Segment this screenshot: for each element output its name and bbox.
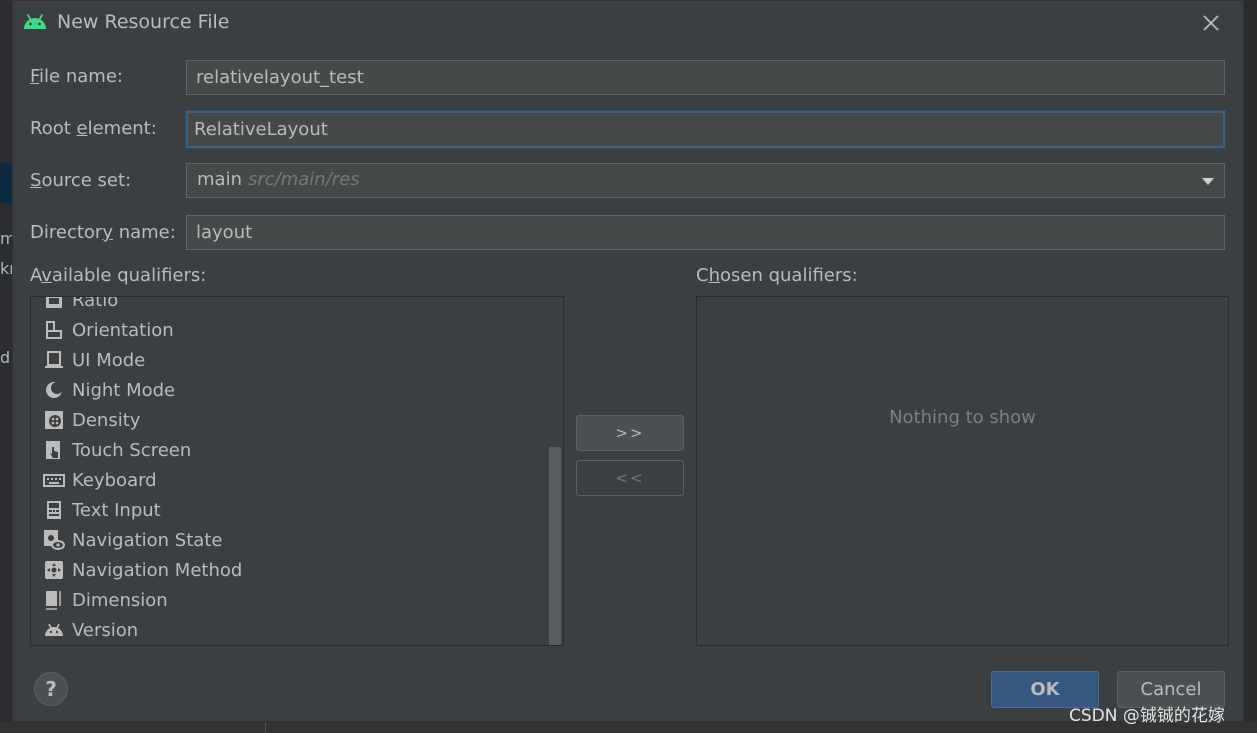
- night-mode-icon: [43, 379, 65, 401]
- list-scrollbar[interactable]: [549, 447, 561, 645]
- source-set-value: main: [197, 169, 242, 190]
- available-qualifiers-list[interactable]: Ratio Orientation UI Mode Night Mode Den…: [30, 296, 564, 646]
- list-item[interactable]: Density: [31, 405, 547, 435]
- chosen-qualifiers-list[interactable]: Nothing to show: [696, 296, 1229, 646]
- file-name-label: File name:: [30, 66, 123, 87]
- orientation-icon: [43, 319, 65, 341]
- list-item[interactable]: Ratio: [31, 297, 547, 315]
- directory-name-input[interactable]: [186, 215, 1225, 250]
- list-item[interactable]: Version: [31, 615, 547, 645]
- root-element-label: Root element:: [30, 118, 157, 139]
- chosen-qualifiers-label: Chosen qualifiers:: [696, 265, 858, 286]
- add-qualifier-button[interactable]: >>: [576, 415, 684, 451]
- help-button[interactable]: ?: [34, 672, 68, 706]
- file-name-input[interactable]: [186, 60, 1225, 95]
- list-item[interactable]: Navigation State: [31, 525, 547, 555]
- dialog-title: New Resource File: [57, 11, 230, 33]
- root-element-input[interactable]: [186, 111, 1225, 148]
- android-version-icon: [43, 619, 65, 641]
- list-item[interactable]: Night Mode: [31, 375, 547, 405]
- source-set-dropdown[interactable]: main src/main/res: [186, 163, 1225, 198]
- chevron-down-icon[interactable]: [1202, 178, 1214, 185]
- source-set-path-hint: src/main/res: [247, 169, 360, 190]
- touch-screen-icon: [43, 439, 65, 461]
- keyboard-icon: [43, 469, 65, 491]
- ui-mode-icon: [43, 349, 65, 371]
- close-icon[interactable]: [1199, 11, 1223, 35]
- navigation-method-icon: [43, 559, 65, 581]
- list-item[interactable]: Dimension: [31, 585, 547, 615]
- watermark-text: CSDN @铖铖的花嫁: [1069, 706, 1225, 726]
- android-icon: [24, 14, 46, 29]
- ratio-icon: [43, 297, 65, 311]
- list-item[interactable]: Keyboard: [31, 465, 547, 495]
- list-item[interactable]: Orientation: [31, 315, 547, 345]
- navigation-state-icon: [43, 529, 65, 551]
- directory-name-label: Directory name:: [30, 222, 176, 243]
- list-item[interactable]: UI Mode: [31, 345, 547, 375]
- dimension-icon: [43, 589, 65, 611]
- empty-list-text: Nothing to show: [889, 407, 1036, 428]
- remove-qualifier-button[interactable]: <<: [576, 460, 684, 496]
- new-resource-file-dialog: New Resource File File name: Root elemen…: [12, 0, 1244, 722]
- list-item[interactable]: Navigation Method: [31, 555, 547, 585]
- density-icon: [43, 409, 65, 431]
- source-set-label: Source set:: [30, 170, 132, 191]
- list-item[interactable]: Text Input: [31, 495, 547, 525]
- text-input-icon: [43, 499, 65, 521]
- available-qualifiers-label: Available qualifiers:: [30, 265, 207, 286]
- title-bar: New Resource File: [13, 1, 1243, 45]
- list-item[interactable]: Touch Screen: [31, 435, 547, 465]
